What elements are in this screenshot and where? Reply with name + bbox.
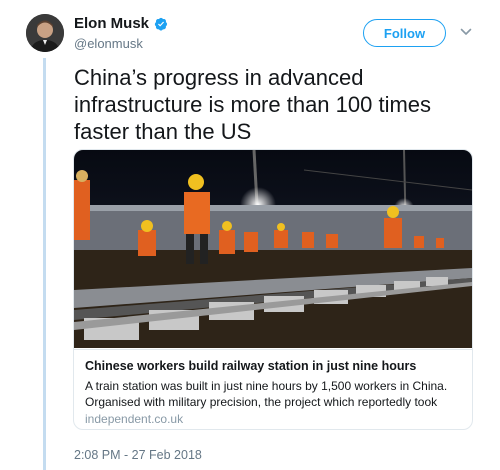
author-name[interactable]: Elon Musk (74, 15, 149, 32)
card-domain: independent.co.uk (85, 412, 184, 426)
railway-construction-photo-icon (74, 150, 472, 348)
profile-photo-icon (26, 14, 64, 52)
thread-line (43, 58, 46, 470)
author-name-row: Elon Musk (74, 15, 168, 32)
card-description: A train station was built in just nine h… (85, 379, 448, 409)
chevron-down-icon[interactable] (460, 27, 472, 37)
tweet-timestamp[interactable]: 2:08 PM - 27 Feb 2018 (74, 448, 202, 462)
link-card-body: Chinese workers build railway station in… (74, 349, 472, 426)
tweet-text: China’s progress in advanced infrastruct… (74, 65, 432, 144)
verified-badge-icon (154, 17, 168, 31)
author-handle[interactable]: @elonmusk (74, 36, 143, 51)
link-card[interactable]: Chinese workers build railway station in… (73, 149, 473, 430)
card-title: Chinese workers build railway station in… (85, 359, 417, 373)
follow-button[interactable]: Follow (363, 19, 446, 47)
avatar[interactable] (26, 14, 64, 52)
